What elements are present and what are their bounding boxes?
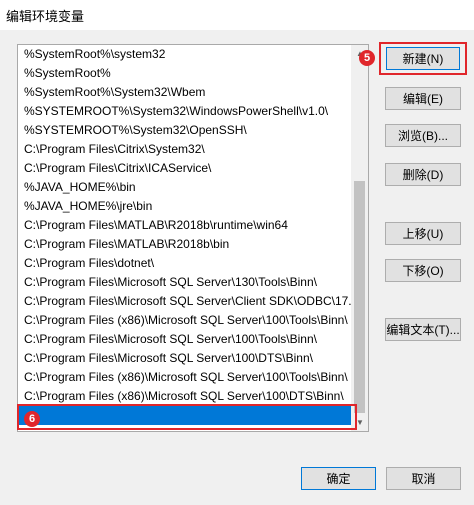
list-item[interactable]: %JAVA_HOME%\bin <box>18 178 354 197</box>
list-item[interactable]: C:\Program Files\Microsoft SQL Server\13… <box>18 273 354 292</box>
move-up-button[interactable]: 上移(U) <box>385 222 461 245</box>
list-item[interactable]: %SYSTEMROOT%\System32\WindowsPowerShell\… <box>18 102 354 121</box>
edit-button[interactable]: 编辑(E) <box>385 87 461 110</box>
list-item[interactable]: C:\Program Files\Microsoft SQL Server\10… <box>18 330 354 349</box>
new-button[interactable]: 新建(N) <box>386 47 460 70</box>
list-item[interactable]: %SystemRoot%\system32 <box>18 45 354 64</box>
list-item[interactable]: C:\Program Files\Microsoft SQL Server\10… <box>18 349 354 368</box>
list-item[interactable]: C:\Program Files\Citrix\ICAService\ <box>18 159 354 178</box>
list-item[interactable]: %JAVA_HOME%\jre\bin <box>18 197 354 216</box>
list-item[interactable]: C:\Program Files (x86)\Microsoft SQL Ser… <box>18 368 354 387</box>
list-item[interactable]: C:\Program Files\MATLAB\R2018b\runtime\w… <box>18 216 354 235</box>
window-title: 编辑环境变量 <box>6 9 85 24</box>
list-item[interactable]: %SYSTEMROOT%\System32\OpenSSH\ <box>18 121 354 140</box>
list-item[interactable]: C:\Program Files\Citrix\System32\ <box>18 140 354 159</box>
vertical-scrollbar[interactable]: ▲ ▼ <box>351 45 368 431</box>
new-entry-row[interactable] <box>18 406 354 425</box>
step-badge-new: 5 <box>359 50 375 66</box>
list-item[interactable]: %SystemRoot% <box>18 64 354 83</box>
list-item[interactable]: %SystemRoot%\System32\Wbem <box>18 83 354 102</box>
move-down-button[interactable]: 下移(O) <box>385 259 461 282</box>
list-item[interactable]: C:\Program Files\dotnet\ <box>18 254 354 273</box>
edit-text-button[interactable]: 编辑文本(T)... <box>385 318 461 341</box>
path-rows: %SystemRoot%\system32 %SystemRoot% %Syst… <box>18 45 354 425</box>
list-item[interactable]: C:\Program Files (x86)\Microsoft SQL Ser… <box>18 311 354 330</box>
title-bar: 编辑环境变量 <box>0 0 474 30</box>
list-item[interactable]: C:\Program Files\Microsoft SQL Server\Cl… <box>18 292 354 311</box>
list-item[interactable]: C:\Program Files\MATLAB\R2018b\bin <box>18 235 354 254</box>
step-badge-entry: 6 <box>24 411 40 427</box>
browse-button[interactable]: 浏览(B)... <box>385 124 461 147</box>
list-item[interactable]: C:\Program Files (x86)\Microsoft SQL Ser… <box>18 387 354 406</box>
path-list[interactable]: %SystemRoot%\system32 %SystemRoot% %Syst… <box>17 44 369 432</box>
ok-button[interactable]: 确定 <box>301 467 376 490</box>
scroll-thumb[interactable] <box>354 181 365 413</box>
delete-button[interactable]: 删除(D) <box>385 163 461 186</box>
cancel-button[interactable]: 取消 <box>386 467 461 490</box>
scroll-down-icon[interactable]: ▼ <box>352 414 368 431</box>
